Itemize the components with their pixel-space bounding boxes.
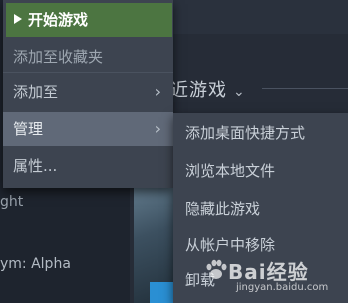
chevron-right-icon: › bbox=[154, 119, 161, 138]
uninstall-item[interactable]: 卸载 bbox=[173, 262, 348, 298]
add-to-favorites-label: 添加至收藏夹 bbox=[13, 48, 104, 66]
browse-local-files-item[interactable]: 浏览本地文件 bbox=[173, 153, 348, 189]
play-game-item[interactable]: 开始游戏 bbox=[6, 3, 172, 37]
properties-label: 属性... bbox=[13, 157, 58, 175]
divider bbox=[262, 88, 348, 89]
top-band bbox=[170, 0, 348, 34]
play-game-label: 开始游戏 bbox=[28, 11, 89, 29]
properties-item[interactable]: 属性... bbox=[3, 149, 173, 183]
manage-label: 管理 bbox=[13, 120, 44, 138]
section-heading-label: 近游戏 bbox=[170, 80, 227, 101]
add-to-favorites-item[interactable]: 添加至收藏夹 bbox=[3, 40, 173, 74]
add-to-label: 添加至 bbox=[13, 83, 59, 101]
chevron-right-icon: › bbox=[154, 82, 161, 101]
add-desktop-shortcut-item[interactable]: 添加桌面快捷方式 bbox=[173, 115, 348, 151]
steam-library-screen: 近游戏 ⌄ ght ym: Alpha 开始游戏 添加至收藏夹 添加至 › 管理 … bbox=[0, 0, 348, 303]
section-heading[interactable]: 近游戏 ⌄ bbox=[170, 76, 246, 102]
manage-item[interactable]: 管理 › bbox=[3, 112, 173, 146]
manage-submenu: 添加桌面快捷方式 浏览本地文件 隐藏此游戏 从帐户中移除 卸载 bbox=[173, 113, 348, 303]
play-icon bbox=[14, 13, 22, 24]
game-list-text[interactable]: ym: Alpha bbox=[0, 256, 71, 272]
menu-divider bbox=[3, 72, 173, 73]
chevron-down-icon: ⌄ bbox=[233, 84, 246, 100]
hide-game-item[interactable]: 隐藏此游戏 bbox=[173, 191, 348, 227]
game-list-text[interactable]: ght bbox=[0, 194, 23, 210]
add-to-item[interactable]: 添加至 › bbox=[3, 75, 173, 109]
game-context-menu: 开始游戏 添加至收藏夹 添加至 › 管理 › 属性... bbox=[3, 0, 173, 188]
remove-from-account-item[interactable]: 从帐户中移除 bbox=[173, 227, 348, 263]
